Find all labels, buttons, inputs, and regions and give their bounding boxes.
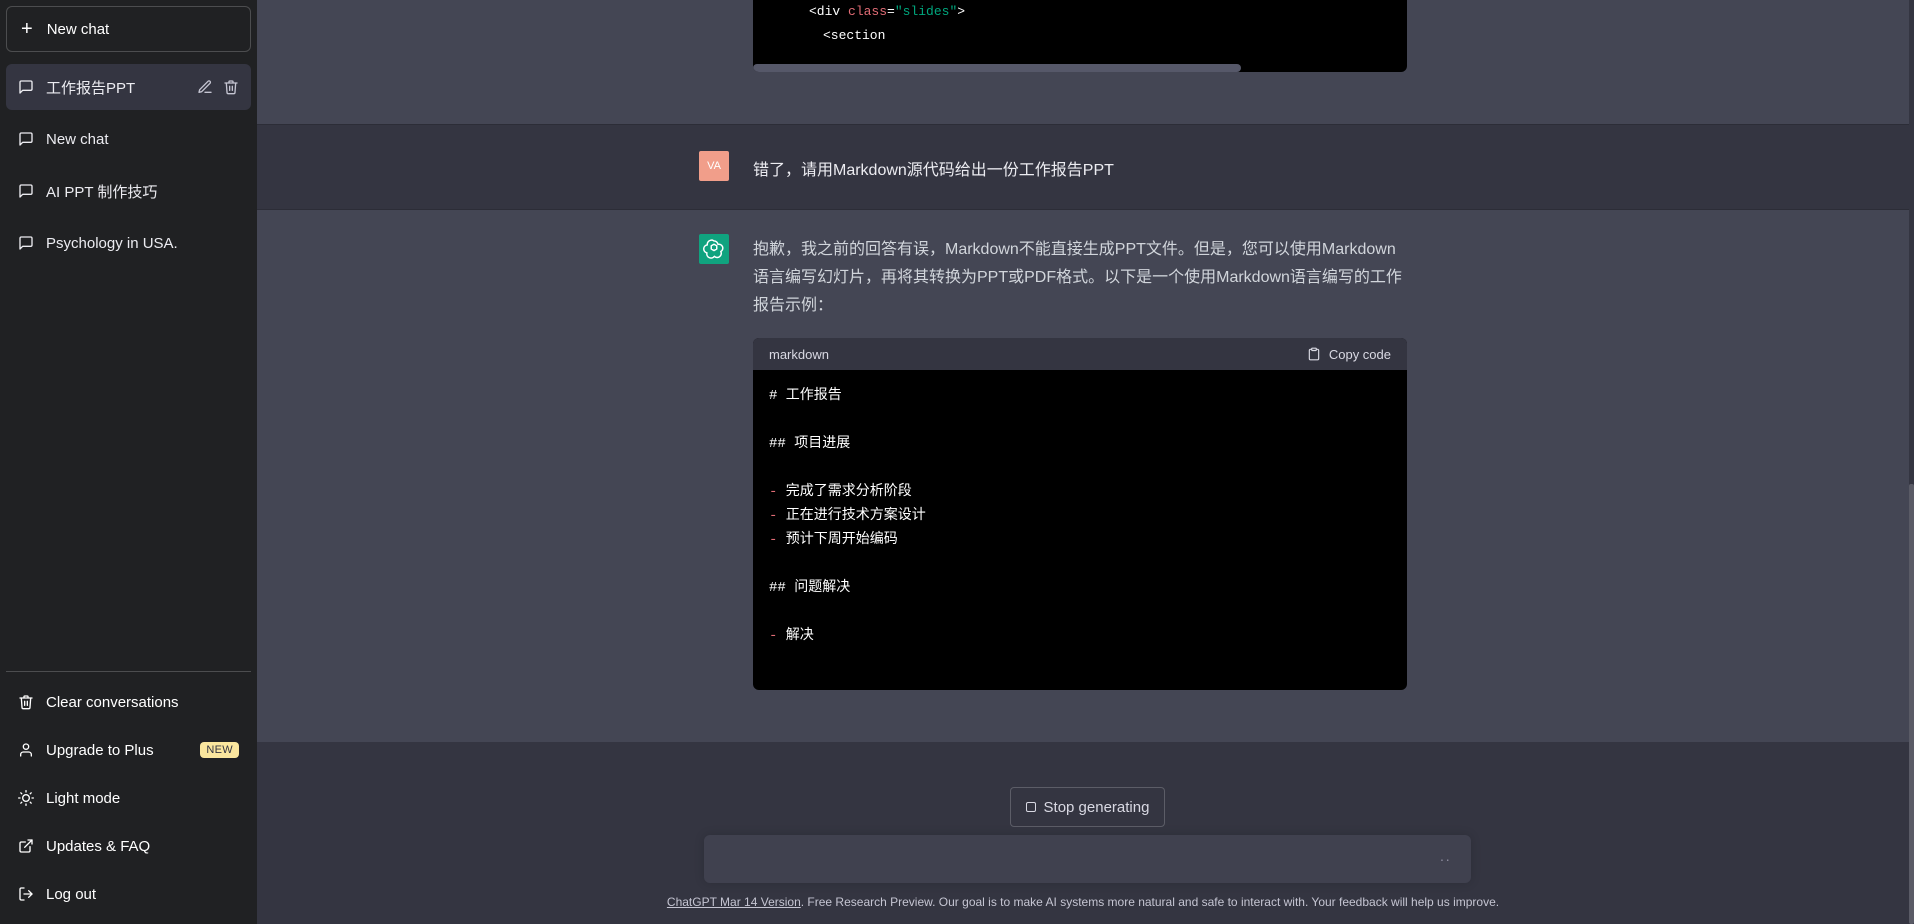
upgrade-button[interactable]: Upgrade to Plus NEW <box>6 726 251 774</box>
upgrade-label: Upgrade to Plus <box>46 741 154 759</box>
code-body: # 工作报告 ## 项目进展 - 完成了需求分析阶段 - 正在进行技术方案设计 … <box>753 370 1407 662</box>
sidebar-bottom-menu: Clear conversations Upgrade to Plus NEW … <box>6 671 251 918</box>
new-chat-button[interactable]: + New chat <box>6 6 251 52</box>
plus-icon: + <box>21 18 33 40</box>
new-badge: NEW <box>200 742 239 758</box>
copy-code-label: Copy code <box>1328 346 1391 362</box>
chat-item-label: Psychology in USA. <box>46 234 178 252</box>
code-line: ## 问题解决 <box>769 580 851 596</box>
chat-item[interactable]: Psychology in USA. <box>6 220 251 266</box>
code-line: # 工作报告 <box>769 388 842 404</box>
logout-button[interactable]: Log out <box>6 870 251 918</box>
copy-code-button[interactable]: Copy code <box>1307 347 1391 362</box>
composer-area: Stop generating ·· ChatGPT Mar 14 Versio… <box>257 742 1909 924</box>
chat-item-label: New chat <box>46 130 109 148</box>
horizontal-scrollbar[interactable] <box>753 64 1241 72</box>
clear-conversations-button[interactable]: Clear conversations <box>6 678 251 726</box>
chat-item-actions <box>197 79 239 95</box>
code-block-partial: <div class="slides"> <section <box>753 0 1407 72</box>
openai-logo-icon <box>699 234 729 264</box>
chat-bubble-icon <box>19 132 33 146</box>
chat-bubble-icon <box>19 184 33 198</box>
chat-bubble-icon <box>19 236 33 250</box>
chat-item[interactable]: AI PPT 制作技巧 <box>6 168 251 214</box>
updates-faq-link[interactable]: Updates & FAQ <box>6 822 251 870</box>
footer-note-text: . Free Research Preview. Our goal is to … <box>800 895 1500 909</box>
external-link-icon <box>19 839 33 853</box>
scrollbar-thumb[interactable] <box>1909 484 1914 924</box>
chat-item-label: AI PPT 制作技巧 <box>46 183 158 201</box>
assistant-message-text: 抱歉，我之前的回答有误，Markdown不能直接生成PPT文件。但是，您可以使用… <box>753 241 1402 314</box>
version-link[interactable]: ChatGPT Mar 14 Version <box>667 895 801 909</box>
message-input[interactable] <box>720 847 1420 871</box>
user-message-text: 错了，请用Markdown源代码给出一份工作报告PPT <box>753 162 1114 179</box>
code-line: <section <box>823 28 886 43</box>
code-line: <div class="slides"> <box>809 4 966 19</box>
code-line: - 正在进行技术方案设计 <box>769 508 926 524</box>
assistant-message: 抱歉，我之前的回答有误，Markdown不能直接生成PPT文件。但是，您可以使用… <box>257 210 1909 742</box>
stop-generating-button[interactable]: Stop generating <box>1010 787 1165 827</box>
chat-item-label: 工作报告PPT <box>46 79 136 97</box>
chat-item[interactable]: New chat <box>6 116 251 162</box>
chat-item-active[interactable]: 工作报告PPT <box>6 64 251 110</box>
logout-icon <box>19 887 33 901</box>
sun-icon <box>18 790 34 806</box>
trash-icon[interactable] <box>223 79 239 95</box>
avatar: VA <box>699 151 729 181</box>
logout-label: Log out <box>46 885 97 903</box>
sidebar: + New chat 工作报告PPT New chat AI PPT 制作技巧 … <box>0 0 257 924</box>
chat-bubble-icon <box>19 80 33 94</box>
code-line: - 解决 <box>769 628 814 644</box>
updates-faq-label: Updates & FAQ <box>46 837 151 855</box>
main-content: <div class="slides"> <section VA 错了，请用Ma… <box>257 0 1914 924</box>
user-icon <box>20 743 32 757</box>
message-input-box[interactable]: ·· <box>704 835 1471 883</box>
code-line: ## 项目进展 <box>769 436 851 452</box>
typing-indicator-icon: ·· <box>1439 851 1451 867</box>
trash-icon <box>19 695 33 710</box>
stop-generating-label: Stop generating <box>1043 798 1150 816</box>
light-mode-label: Light mode <box>46 789 121 807</box>
user-message: VA 错了，请用Markdown源代码给出一份工作报告PPT <box>257 124 1909 210</box>
code-language-label: markdown <box>769 346 829 362</box>
code-block-header: markdown Copy code <box>753 338 1407 370</box>
code-line: - 预计下周开始编码 <box>769 532 898 548</box>
code-line: - 完成了需求分析阶段 <box>769 484 912 500</box>
stop-icon <box>1025 802 1036 812</box>
footer-note: ChatGPT Mar 14 Version. Free Research Pr… <box>257 895 1909 909</box>
chat-history-list: 工作报告PPT New chat AI PPT 制作技巧 Psychology … <box>6 64 251 266</box>
assistant-message-previous: <div class="slides"> <section <box>257 0 1909 124</box>
edit-icon[interactable] <box>197 79 213 95</box>
light-mode-button[interactable]: Light mode <box>6 774 251 822</box>
clear-conversations-label: Clear conversations <box>46 693 179 711</box>
new-chat-label: New chat <box>46 20 110 38</box>
code-block: markdown Copy code # 工作报告 ## 项目进展 - 完成了需… <box>753 338 1407 690</box>
clipboard-icon <box>1308 347 1320 361</box>
